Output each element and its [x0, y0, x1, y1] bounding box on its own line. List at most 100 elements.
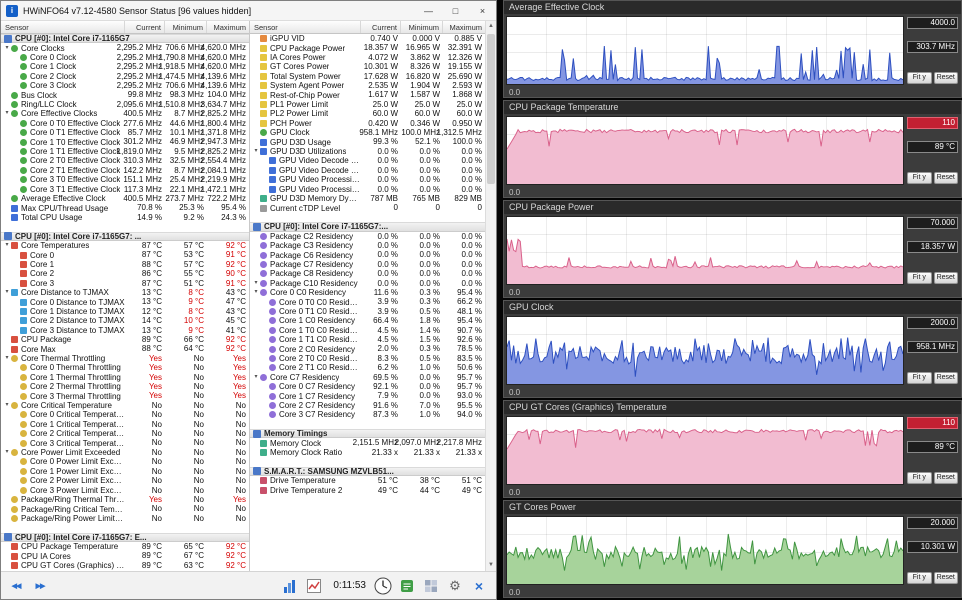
sensor-row[interactable]: GPU Video Processing 1 Usage0.0 %0.0 %0.… — [250, 185, 485, 194]
sensor-row[interactable]: Core 0 Distance to TJMAX13 °C9 °C47 °C — [1, 297, 249, 306]
logging-button[interactable] — [396, 575, 418, 597]
sensor-row[interactable]: CPU Package Power18.357 W16.965 W32.391 … — [250, 43, 485, 52]
sensor-row[interactable]: Core 1 T0 Effective Clock301.2 MHz46.9 M… — [1, 137, 249, 146]
fit-y-button[interactable]: Fit y — [907, 472, 932, 484]
clock-icon[interactable] — [372, 575, 394, 597]
sensor-row[interactable]: ▾Core Thermal ThrottlingYesNoYes — [1, 354, 249, 363]
y-axis-max-input[interactable]: 20.000 — [907, 517, 958, 529]
sensor-row[interactable]: Average Effective Clock400.5 MHz273.7 MH… — [1, 194, 249, 203]
sensor-row[interactable]: Core 0 T1 Effective Clock85.7 MHz10.1 MH… — [1, 128, 249, 137]
sensor-row[interactable]: ▾Core Temperatures87 °C57 °C92 °C — [1, 241, 249, 250]
sensor-row[interactable]: GPU Clock958.1 MHz100.0 MHz1,312.5 MHz — [250, 128, 485, 137]
sensor-row[interactable]: PL1 Power Limit25.0 W25.0 W25.0 W — [250, 100, 485, 109]
expand-arrow-icon[interactable]: ▾ — [3, 109, 11, 118]
graph-plot[interactable] — [506, 216, 904, 285]
graph-title[interactable]: CPU Package Temperature — [504, 101, 961, 114]
sensor-row[interactable]: Core 3 T0 Effective Clock151.1 MHz25.4 M… — [1, 175, 249, 184]
sensor-row[interactable]: ▾Core 0 C0 Residency11.6 %0.3 %95.4 % — [250, 288, 485, 297]
column-header-current[interactable]: Current — [361, 21, 401, 33]
sensor-row[interactable]: CPU GT Cores (Graphics) Tempera...89 °C6… — [1, 561, 249, 570]
expand-arrow-icon[interactable]: ▾ — [3, 448, 11, 457]
sensor-row[interactable]: Core 2 T0 C0 Residency8.3 %0.5 %83.5 % — [250, 354, 485, 363]
expand-arrow-icon[interactable]: ▾ — [3, 354, 11, 363]
sensor-row[interactable]: Core 0 Power Limit ExceededNoNoNo — [1, 457, 249, 466]
sensor-row[interactable]: Core 286 °C55 °C90 °C — [1, 269, 249, 278]
reset-button[interactable]: Reset — [934, 172, 959, 184]
sensor-row[interactable]: Core 1 T0 C0 Residency4.5 %1.4 %90.7 % — [250, 326, 485, 335]
column-header-minimum[interactable]: Minimum — [401, 21, 443, 33]
sensor-row[interactable]: iGPU VID0.740 V0.000 V0.885 V — [250, 34, 485, 43]
fit-y-button[interactable]: Fit y — [907, 172, 932, 184]
scrollbar-up-icon[interactable]: ▲ — [486, 21, 496, 32]
expand-arrow-icon[interactable]: ▾ — [3, 401, 11, 410]
sensor-row[interactable]: ▾GPU D3D Utilizations0.0 %0.0 %0.0 % — [250, 147, 485, 156]
close-sensors-button[interactable]: × — [468, 575, 490, 597]
sensor-row[interactable]: Drive Temperature 249 °C44 °C49 °C — [250, 486, 485, 495]
scroll-columns-left-button[interactable]: ◀◀ — [5, 575, 27, 597]
sensor-row[interactable]: GPU D3D Memory Dynamic787 MB765 MB829 MB — [250, 194, 485, 203]
sensor-row[interactable]: Core Max88 °C64 °C92 °C — [1, 344, 249, 353]
sensor-row[interactable]: CPU IA Cores89 °C67 °C92 °C — [1, 551, 249, 560]
window-titlebar[interactable]: i HWiNFO64 v7.12-4580 Sensor Status [96 … — [1, 1, 496, 21]
scroll-columns-right-button[interactable]: ▶▶ — [29, 575, 51, 597]
sensor-row[interactable]: Core 0 T0 C0 Residency3.9 %0.3 %66.2 % — [250, 297, 485, 306]
sensor-row[interactable]: GT Cores Power10.301 W8.326 W19.155 W — [250, 62, 485, 71]
graph-title[interactable]: GT Cores Power — [504, 501, 961, 514]
sensor-row[interactable]: Core 3 Distance to TJMAX13 °C9 °C41 °C — [1, 326, 249, 335]
reset-button[interactable]: Reset — [934, 72, 959, 84]
sensor-row[interactable]: Package C2 Residency0.0 %0.0 %0.0 % — [250, 232, 485, 241]
expand-arrow-icon[interactable]: ▾ — [252, 279, 260, 288]
sensor-row[interactable]: GPU D3D Usage99.3 %52.1 %100.0 % — [250, 137, 485, 146]
graph-plot[interactable] — [506, 316, 904, 385]
fit-y-button[interactable]: Fit y — [907, 272, 932, 284]
monitor-button[interactable] — [303, 575, 325, 597]
sensor-row[interactable]: ▾Core C7 Residency69.5 %0.0 %95.7 % — [250, 373, 485, 382]
sensor-row[interactable]: Core 1 T1 C0 Residency4.5 %1.5 %92.6 % — [250, 335, 485, 344]
graph-plot[interactable] — [506, 416, 904, 485]
layout-button[interactable] — [420, 575, 442, 597]
column-header-sensor[interactable]: Sensor — [1, 21, 125, 33]
sensor-row[interactable]: Ring/LLC Clock2,095.6 MHz1,510.8 MHz3,63… — [1, 100, 249, 109]
sensor-row[interactable]: Core 2 Power Limit ExceededNoNoNo — [1, 476, 249, 485]
sensor-row[interactable]: Core 188 °C57 °C92 °C — [1, 260, 249, 269]
section-header-row[interactable]: S.M.A.R.T.: SAMSUNG MZVLB51... — [250, 467, 485, 476]
sensor-row[interactable]: GPU Video Decode 1 Usage0.0 %0.0 %0.0 % — [250, 166, 485, 175]
expand-arrow-icon[interactable]: ▾ — [252, 288, 260, 297]
column-header-minimum[interactable]: Minimum — [165, 21, 207, 33]
column-header-current[interactable]: Current — [125, 21, 165, 33]
sensor-row[interactable]: Core 2 T0 Effective Clock310.3 MHz32.5 M… — [1, 156, 249, 165]
sensor-row[interactable]: Core 3 Power Limit ExceededNoNoNo — [1, 486, 249, 495]
sensor-row[interactable]: Core 1 Critical TemperatureNoNoNo — [1, 420, 249, 429]
reset-button[interactable]: Reset — [934, 572, 959, 584]
sensor-row[interactable]: Package C7 Residency0.0 %0.0 %0.0 % — [250, 260, 485, 269]
sensor-row[interactable]: Core 1 C7 Residency7.9 %0.0 %93.0 % — [250, 391, 485, 400]
sensor-row[interactable]: ▾Core Distance to TJMAX13 °C8 °C43 °C — [1, 288, 249, 297]
sensor-row[interactable]: Current cTDP Level000 — [250, 203, 485, 212]
sensor-row[interactable]: Package C8 Residency0.0 %0.0 %0.0 % — [250, 269, 485, 278]
sensor-row[interactable]: Memory Clock2,151.5 MHz2,097.0 MHz2,217.… — [250, 438, 485, 447]
sensor-row[interactable]: Package/Ring Power Limit ExceededNoNoNo — [1, 514, 249, 523]
expand-arrow-icon[interactable]: ▾ — [3, 241, 11, 250]
section-header-row[interactable]: CPU [#0]: Intel Core i7-1165G7: ... — [1, 232, 249, 241]
sensor-row[interactable]: System Agent Power2.535 W1.904 W2.593 W — [250, 81, 485, 90]
sensor-row[interactable]: GPU Video Processing 0 Usage0.0 %0.0 %0.… — [250, 175, 485, 184]
sensor-row[interactable]: Core 087 °C53 °C91 °C — [1, 250, 249, 259]
minimize-button[interactable]: — — [415, 1, 442, 20]
sensor-row[interactable]: Package/Ring Thermal ThrottlingYesNoYes — [1, 495, 249, 504]
sensor-row[interactable]: Memory Clock Ratio21.33 x21.33 x21.33 x — [250, 448, 485, 457]
sensor-row[interactable]: Core 1 T1 Effective Clock1,819.0 MHz9.5 … — [1, 147, 249, 156]
expand-arrow-icon[interactable]: ▾ — [3, 44, 11, 53]
maximize-button[interactable]: □ — [442, 1, 469, 20]
graph-title[interactable]: CPU GT Cores (Graphics) Temperature — [504, 401, 961, 414]
sensor-row[interactable]: Core 3 Clock2,295.2 MHz706.6 MHz4,139.6 … — [1, 81, 249, 90]
y-axis-max-input[interactable]: 2000.0 — [907, 317, 958, 329]
reset-button[interactable]: Reset — [934, 472, 959, 484]
sensor-row[interactable]: Rest-of-Chip Power1.617 W1.587 W1.868 W — [250, 90, 485, 99]
fit-y-button[interactable]: Fit y — [907, 72, 932, 84]
sensor-row[interactable]: Core 387 °C51 °C91 °C — [1, 279, 249, 288]
y-axis-max-input[interactable]: 70.000 — [907, 217, 958, 229]
sensor-row[interactable]: Core 0 Critical TemperatureNoNoNo — [1, 410, 249, 419]
column-header-maximum[interactable]: Maximum — [443, 21, 485, 33]
sensor-row[interactable]: Core 0 T1 C0 Residency3.9 %0.5 %48.1 % — [250, 307, 485, 316]
sensor-row[interactable]: Max CPU/Thread Usage70.8 %25.3 %95.4 % — [1, 203, 249, 212]
